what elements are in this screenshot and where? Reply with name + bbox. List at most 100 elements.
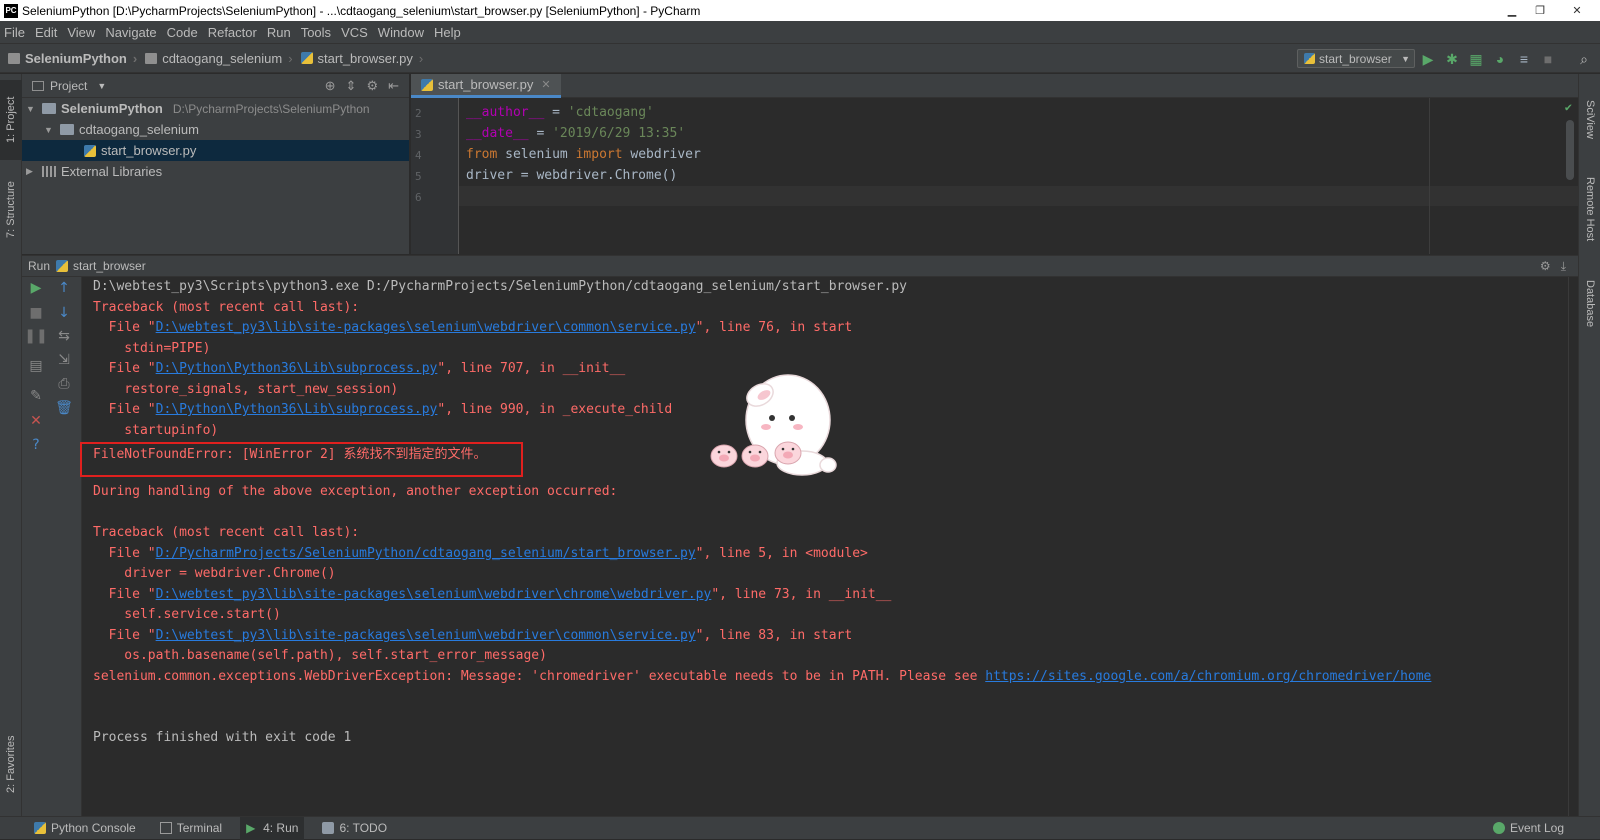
debug-icon[interactable]: ✱ (1444, 51, 1460, 67)
breadcrumb-project[interactable]: SeleniumPython › (8, 51, 137, 66)
console-text: ", line 76, in start (695, 320, 853, 335)
menu-file[interactable]: File (4, 25, 25, 40)
down-arrow-icon[interactable]: ↓ (55, 304, 73, 322)
menu-run[interactable]: Run (267, 25, 291, 40)
menu-code[interactable]: Code (167, 25, 198, 40)
menu-window[interactable]: Window (378, 25, 424, 40)
soft-wrap-icon[interactable]: ⇆ (55, 327, 73, 345)
tree-item-file[interactable]: start_browser.py (22, 140, 409, 161)
run-panel-config[interactable]: start_browser (73, 259, 146, 273)
tree-item-external-libraries[interactable]: ▶ External Libraries (22, 161, 409, 182)
print-icon[interactable]: ⎙ (55, 375, 73, 393)
file-link[interactable]: D:\Python\Python36\Lib\subprocess.py (156, 361, 438, 376)
python-file-icon (421, 78, 433, 91)
close-icon[interactable]: ✕ (27, 412, 45, 430)
concurrency-icon[interactable]: ≡ (1516, 51, 1532, 67)
console-scrollbar[interactable] (1568, 277, 1578, 816)
menu-edit[interactable]: Edit (35, 25, 57, 40)
tree-item-project-root[interactable]: ▼ SeleniumPython D:\PycharmProjects\Sele… (22, 98, 409, 119)
hide-panel-icon[interactable]: ⤓ (1561, 259, 1566, 274)
console-text: ", line 83, in start (695, 628, 853, 643)
event-log-button[interactable]: Event Log (1487, 817, 1570, 840)
menu-navigate[interactable]: Navigate (105, 25, 156, 40)
code-token: '2019/6/29 13:35' (552, 126, 686, 141)
search-icon[interactable]: ⌕ (1576, 51, 1592, 67)
collapse-icon[interactable]: ⇕ (346, 78, 357, 94)
breadcrumb-folder-label: cdtaogang_selenium (162, 50, 283, 66)
menu-view[interactable]: View (67, 25, 95, 40)
menu-tools[interactable]: Tools (301, 25, 331, 40)
trash-icon[interactable]: 🗑 (55, 399, 73, 417)
gear-icon[interactable]: ⚙ (366, 78, 378, 94)
terminal-label: Terminal (176, 821, 223, 835)
pin-icon[interactable]: ✎ (27, 387, 45, 405)
scroll-to-end-icon[interactable]: ⇲ (55, 351, 73, 369)
collapsed-arrow-icon[interactable]: ▶ (26, 166, 36, 177)
todo-label: 6: TODO (339, 821, 388, 835)
hide-icon[interactable]: ⇤ (388, 78, 399, 94)
console-text: File " (93, 587, 156, 602)
editor-tab-start-browser[interactable]: start_browser.py ✕ (411, 74, 561, 98)
tab-sciview-label: SciView (1584, 99, 1596, 139)
tab-database-label: Database (1584, 280, 1596, 328)
expanded-arrow-icon[interactable]: ▼ (44, 125, 54, 135)
menu-help[interactable]: Help (434, 25, 461, 40)
stop-icon[interactable]: ■ (1540, 51, 1556, 67)
breadcrumb-file[interactable]: start_browser.py › (300, 51, 423, 66)
run-tool-button[interactable]: ▶ 4: Run (240, 816, 305, 840)
coverage-icon[interactable]: ▦ (1468, 51, 1484, 67)
expanded-arrow-icon[interactable]: ▼ (26, 104, 36, 114)
todo-button[interactable]: 6: TODO (316, 817, 393, 840)
code-token: from (466, 147, 498, 162)
restore-layout-icon[interactable]: ▤ (27, 357, 45, 375)
python-console-icon (34, 822, 46, 834)
code-token: = (544, 105, 568, 120)
code-line: driver = webdriver.Chrome() (466, 168, 678, 183)
breadcrumb-folder[interactable]: cdtaogang_selenium › (145, 50, 293, 66)
run-console[interactable]: D:\webtest_py3\Scripts\python3.exe D:/Py… (82, 277, 1578, 816)
menu-refactor[interactable]: Refactor (208, 25, 257, 40)
terminal-button[interactable]: Terminal (154, 817, 228, 840)
chromedriver-help-link[interactable]: https://sites.google.com/a/chromium.org/… (985, 669, 1431, 684)
profile-icon[interactable]: ◕ (1492, 51, 1508, 67)
bunny-blush (761, 424, 771, 430)
minimize-button[interactable]: ▁ (1498, 0, 1526, 21)
run-toolbar: ▶ ↑ ■ ↓ ❚❚ ⇆ ▤ ⇲ ⎙ ✎ 🗑 ✕ ? (22, 277, 82, 816)
gear-icon[interactable]: ⚙ (1540, 259, 1551, 274)
pause-icon[interactable]: ❚❚ (24, 327, 47, 345)
file-link[interactable]: D:\webtest_py3\lib\site-packages\seleniu… (156, 320, 696, 335)
tab-project-label: 1: Project (5, 96, 17, 144)
python-console-button[interactable]: Python Console (28, 817, 142, 840)
tab-remote-host[interactable]: Remote Host (1579, 164, 1600, 254)
up-arrow-icon[interactable]: ↑ (55, 279, 73, 297)
menu-vcs[interactable]: VCS (341, 25, 368, 40)
file-link[interactable]: D:\Python\Python36\Lib\subprocess.py (156, 402, 438, 417)
tab-database[interactable]: Database (1579, 269, 1600, 339)
chevron-down-icon[interactable]: ▼ (97, 81, 106, 91)
target-icon[interactable]: ⊕ (325, 78, 336, 94)
chevron-down-icon: ▼ (1401, 53, 1410, 64)
tab-project[interactable]: 1: Project (0, 80, 22, 160)
tab-favorites[interactable]: 2: Favorites (0, 724, 22, 804)
inspection-ok-icon[interactable]: ✔ (1565, 100, 1572, 114)
file-link[interactable]: D:\webtest_py3\lib\site-packages\seleniu… (156, 628, 696, 643)
run-icon[interactable]: ▶ (1420, 51, 1436, 67)
code-editor[interactable]: 2 3 4 5 6 __author__ = 'cdtaogang' __dat… (411, 98, 1578, 254)
editor-scrollbar-thumb[interactable] (1566, 120, 1574, 180)
file-link[interactable]: D:\webtest_py3\lib\site-packages\seleniu… (156, 587, 712, 602)
stop-icon[interactable]: ■ (27, 304, 45, 322)
rerun-icon[interactable]: ▶ (27, 279, 45, 297)
help-icon[interactable]: ? (27, 436, 45, 454)
tab-sciview[interactable]: SciView (1579, 84, 1600, 154)
console-line: File "D:\webtest_py3\lib\site-packages\s… (93, 587, 892, 602)
tree-item-folder[interactable]: ▼ cdtaogang_selenium (22, 119, 409, 140)
file-link[interactable]: D:/PycharmProjects/SeleniumPython/cdtaog… (156, 546, 696, 561)
run-icon: ▶ (246, 821, 256, 835)
run-configuration-select[interactable]: start_browser ▼ (1297, 49, 1415, 68)
tab-structure[interactable]: 7: Structure (0, 170, 22, 250)
close-tab-icon[interactable]: ✕ (541, 78, 550, 91)
close-button[interactable]: ✕ (1554, 0, 1600, 21)
tree-item-path: D:\PycharmProjects\SeleniumPython (172, 101, 370, 116)
console-line: stdin=PIPE) (93, 341, 211, 356)
maximize-button[interactable]: ❐ (1526, 0, 1554, 21)
